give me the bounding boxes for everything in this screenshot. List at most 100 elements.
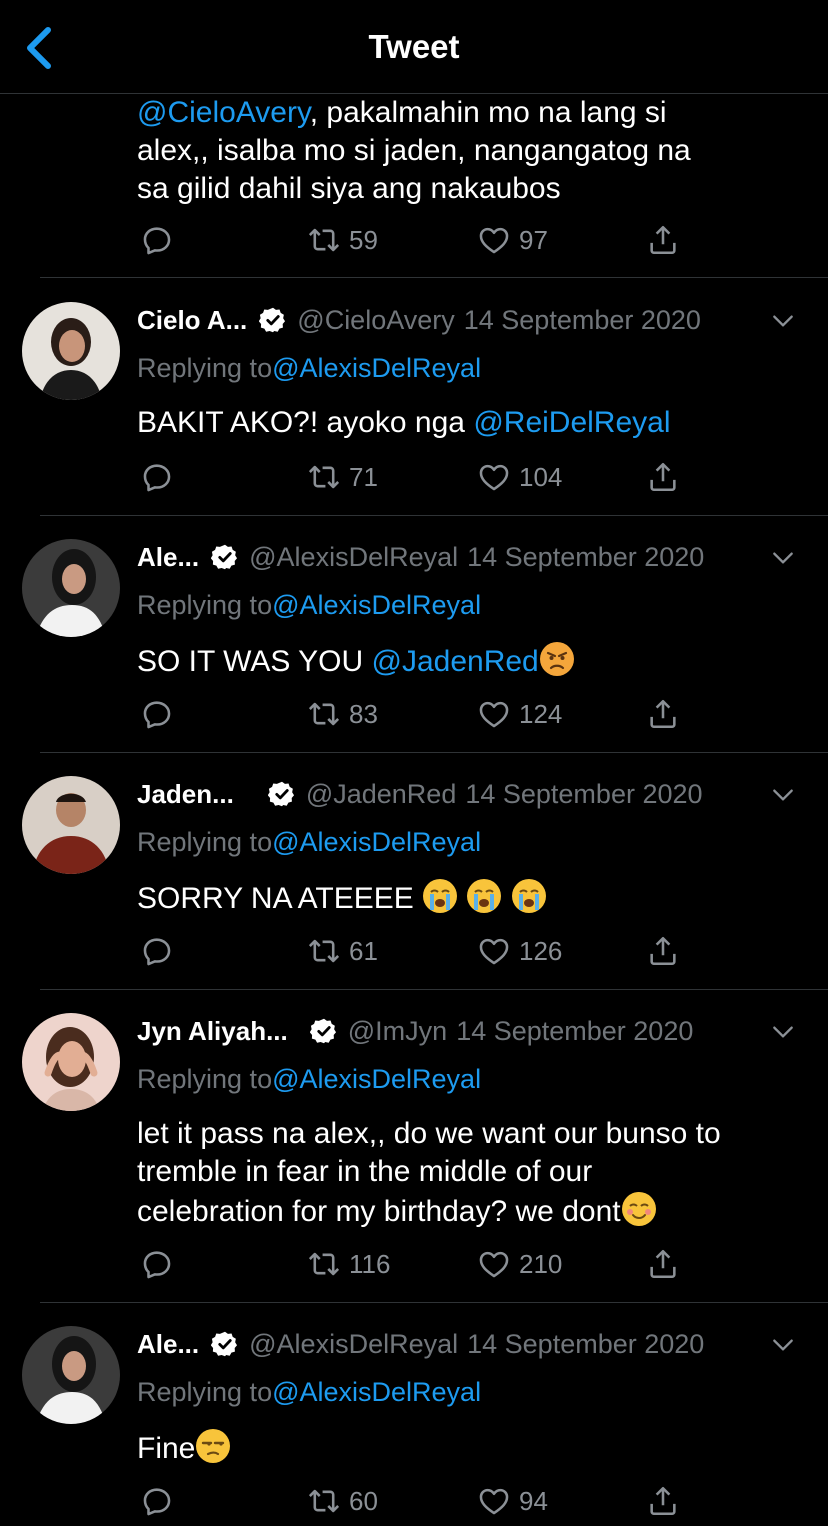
divider <box>40 989 828 990</box>
username[interactable]: @JadenRed <box>306 779 457 810</box>
retweet-button[interactable]: 116 <box>307 1244 390 1284</box>
username[interactable]: @CieloAvery <box>297 305 454 336</box>
like-button[interactable]: 104 <box>477 457 562 497</box>
share-icon <box>646 697 680 731</box>
share-button[interactable] <box>646 457 680 497</box>
avatar[interactable] <box>22 302 120 400</box>
reply-icon <box>140 1247 174 1281</box>
retweet-count: 61 <box>349 935 378 966</box>
share-button[interactable] <box>646 931 680 971</box>
timestamp: 14 September 2020 <box>456 1015 694 1046</box>
top-bar: Tweet <box>0 0 828 94</box>
replying-label: Replying to <box>137 1377 273 1407</box>
avatar[interactable] <box>22 776 120 874</box>
tweet-header: Jyn Aliyah... @ImJyn 14 September 2020 <box>137 1011 798 1051</box>
reply-icon <box>140 697 174 731</box>
tweet-actions: 59 97 <box>0 220 828 260</box>
chevron-down-icon[interactable] <box>770 1019 796 1045</box>
chevron-down-icon[interactable] <box>770 545 796 571</box>
mention-link[interactable]: @CieloAvery <box>137 96 310 129</box>
reply-button[interactable] <box>140 220 174 260</box>
loudly-crying-face-icon <box>467 879 502 913</box>
replying-to: Replying to@AlexisDelReyal <box>137 1377 481 1413</box>
share-button[interactable] <box>646 220 680 260</box>
chevron-down-icon[interactable] <box>770 782 796 808</box>
reply-button[interactable] <box>140 931 174 971</box>
reply-button[interactable] <box>140 1481 174 1521</box>
display-name[interactable]: Jyn Aliyah... <box>137 1016 288 1047</box>
verified-badge-icon <box>268 780 296 808</box>
replying-handle-link[interactable]: @AlexisDelReyal <box>272 590 481 620</box>
username[interactable]: @AlexisDelReyal <box>249 1329 458 1360</box>
like-button[interactable]: 94 <box>477 1481 548 1521</box>
timestamp: 14 September 2020 <box>467 1328 705 1359</box>
display-name[interactable]: Jaden... <box>137 779 234 810</box>
retweet-icon <box>307 697 341 731</box>
replying-label: Replying to <box>137 353 273 383</box>
share-icon <box>646 1247 680 1281</box>
reply-button[interactable] <box>140 1244 174 1284</box>
replying-handle-link[interactable]: @AlexisDelReyal <box>272 1377 481 1407</box>
like-button[interactable]: 210 <box>477 1244 562 1284</box>
reply-button[interactable] <box>140 457 174 497</box>
loudly-crying-face-icon <box>511 879 546 913</box>
tweet-header: Ale... @AlexisDelReyal 14 September 2020 <box>137 1324 798 1364</box>
chevron-down-icon[interactable] <box>770 308 796 334</box>
chevron-down-icon[interactable] <box>770 1332 796 1358</box>
tweet-actions: 71 104 <box>0 457 828 497</box>
smiling-face-icon <box>621 1192 656 1226</box>
retweet-button[interactable]: 71 <box>307 457 378 497</box>
retweet-icon <box>307 1484 341 1518</box>
replying-handle-link[interactable]: @AlexisDelReyal <box>272 353 481 383</box>
avatar[interactable] <box>22 1013 120 1111</box>
like-count: 124 <box>519 698 563 729</box>
retweet-button[interactable]: 83 <box>307 694 378 734</box>
display-name[interactable]: Ale... <box>137 1329 199 1360</box>
tweet-actions: 116 210 <box>0 1244 828 1284</box>
share-button[interactable] <box>646 1481 680 1521</box>
retweet-icon <box>307 223 341 257</box>
reply-button[interactable] <box>140 694 174 734</box>
verified-badge-icon <box>211 543 239 571</box>
retweet-button[interactable]: 61 <box>307 931 378 971</box>
retweet-button[interactable]: 60 <box>307 1481 378 1521</box>
replying-handle-link[interactable]: @AlexisDelReyal <box>272 1064 481 1094</box>
share-icon <box>646 1484 680 1518</box>
retweet-count: 60 <box>349 1485 378 1516</box>
tweet-text-line: , pakalmahin mo na lang si <box>309 96 667 129</box>
heart-icon <box>477 1247 511 1281</box>
tweet-actions: 60 94 <box>0 1481 828 1521</box>
heart-icon <box>477 223 511 257</box>
retweet-button[interactable]: 59 <box>307 220 378 260</box>
tweet-text: SORRY NA ATEEEE <box>137 878 804 918</box>
tweet-text-span: Fine <box>137 1432 196 1465</box>
avatar[interactable] <box>22 1326 120 1424</box>
display-name[interactable]: Cielo A... <box>137 305 247 336</box>
display-name[interactable]: Ale... <box>137 542 199 573</box>
tweet-actions: 61 126 <box>0 931 828 971</box>
replying-label: Replying to <box>137 590 273 620</box>
verified-badge-icon <box>310 1017 338 1045</box>
tweet-text-line: alex,, isalba mo si jaden, nangangatog n… <box>137 134 691 167</box>
share-icon <box>646 934 680 968</box>
like-count: 126 <box>519 935 563 966</box>
username[interactable]: @ImJyn <box>348 1016 447 1047</box>
verified-badge-icon <box>211 1330 239 1358</box>
tweet-text-span: BAKIT AKO?! ayoko nga <box>137 406 474 439</box>
retweet-icon <box>307 1247 341 1281</box>
like-button[interactable]: 126 <box>477 931 562 971</box>
username[interactable]: @AlexisDelReyal <box>249 542 458 573</box>
share-button[interactable] <box>646 694 680 734</box>
mention-link[interactable]: @JadenRed <box>372 645 539 678</box>
share-button[interactable] <box>646 1244 680 1284</box>
timestamp: 14 September 2020 <box>463 304 701 335</box>
avatar[interactable] <box>22 539 120 637</box>
mention-link[interactable]: @ReiDelReyal <box>473 406 670 439</box>
like-button[interactable]: 124 <box>477 694 562 734</box>
replying-handle-link[interactable]: @AlexisDelReyal <box>272 827 481 857</box>
tweet-text-line: let it pass na alex,, do we want our bun… <box>137 1117 721 1150</box>
like-count: 94 <box>519 1485 548 1516</box>
like-count: 210 <box>519 1248 563 1279</box>
retweet-icon <box>307 934 341 968</box>
like-button[interactable]: 97 <box>477 220 548 260</box>
